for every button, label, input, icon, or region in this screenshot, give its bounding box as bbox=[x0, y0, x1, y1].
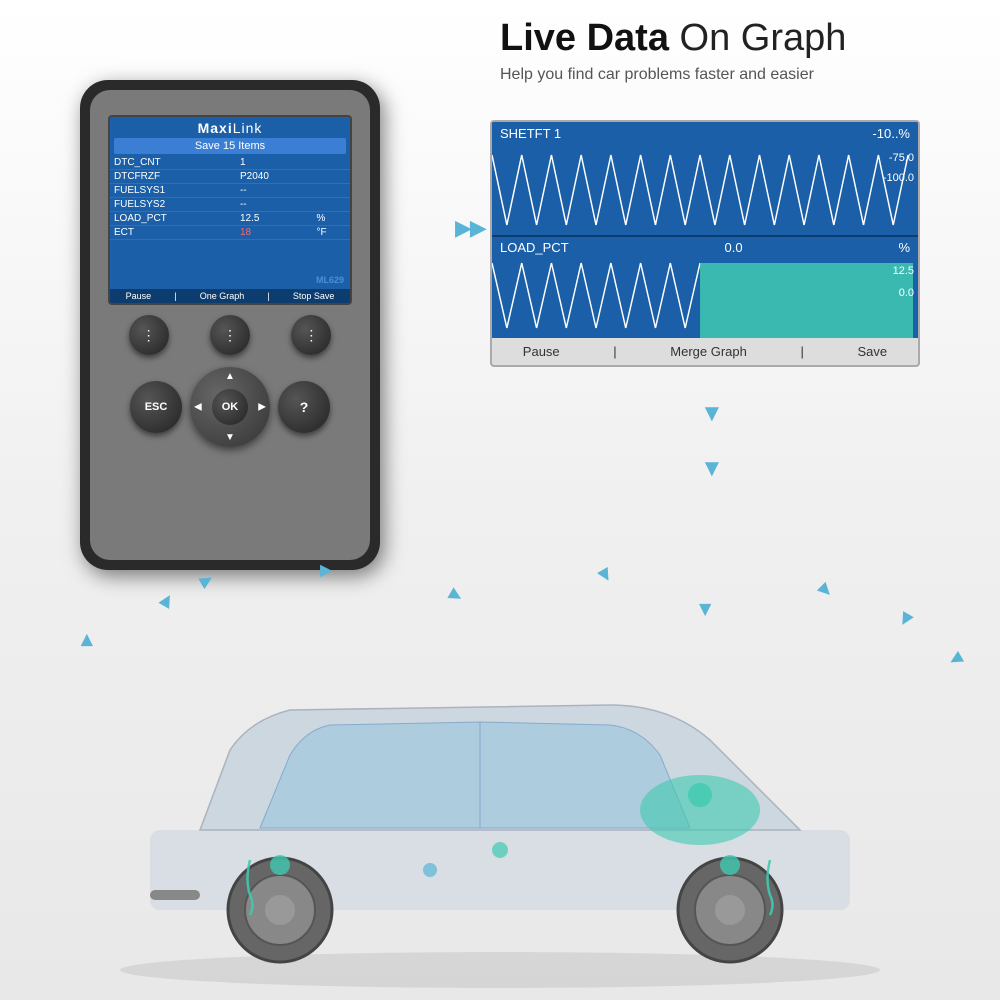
diag-arrow-4: ▶ bbox=[446, 583, 467, 606]
graph-footer-pause[interactable]: Pause bbox=[523, 344, 560, 359]
table-cell-label: FUELSYS1 bbox=[110, 184, 236, 198]
dots-icon-1: ⋮ bbox=[142, 327, 156, 344]
car-diagram-container bbox=[50, 610, 950, 990]
dpad-up-arrow[interactable]: ▲ bbox=[225, 371, 235, 382]
car-svg bbox=[50, 610, 950, 990]
graph-footer-divider2: | bbox=[800, 344, 803, 359]
footer-pause[interactable]: Pause bbox=[126, 291, 152, 301]
dots-icon-3: ⋮ bbox=[304, 327, 318, 344]
table-cell-unit bbox=[312, 198, 350, 212]
graph-wave-svg-top bbox=[492, 145, 918, 235]
car-section: ▶ ▶ ▶ ▶ ▶ ▶ ▶ ▶ ▶ ▶ bbox=[0, 550, 1000, 1000]
scanner-inner: MaxiLink Save 15 Items DTC_CNT 1 DTCFRZF… bbox=[90, 90, 370, 560]
screen-footer: Pause | One Graph | Stop Save bbox=[110, 289, 350, 303]
table-cell-label: FUELSYS2 bbox=[110, 198, 236, 212]
table-cell-value: 12.5 bbox=[236, 212, 313, 226]
graph-right-labels-top: -75.0 -100.0 bbox=[883, 149, 914, 189]
question-button[interactable]: ? bbox=[278, 381, 330, 433]
button-dots-3[interactable]: ⋮ bbox=[291, 315, 331, 355]
table-cell-value: -- bbox=[236, 198, 313, 212]
button-dots-2[interactable]: ⋮ bbox=[210, 315, 250, 355]
table-cell-label: DTCFRZF bbox=[110, 170, 236, 184]
table-row: DTCFRZF P2040 bbox=[110, 170, 350, 184]
footer-divider: | bbox=[174, 291, 176, 301]
graph-right-labels-bottom: 12.5 0.0 bbox=[893, 260, 914, 304]
header-section: Live Data On Graph Help you find car pro… bbox=[500, 18, 980, 84]
table-cell-unit bbox=[312, 184, 350, 198]
table-row: ECT 18 °F bbox=[110, 226, 350, 240]
diag-arrow-5: ▶ bbox=[594, 565, 617, 586]
arrow-down-1-icon: ▼ bbox=[700, 400, 724, 428]
ok-label: OK bbox=[222, 401, 239, 413]
graph-wave-area-top: -75.0 -100.0 bbox=[492, 145, 918, 235]
graph-footer: Pause | Merge Graph | Save bbox=[492, 338, 918, 365]
scanner-brand: MaxiLink bbox=[110, 117, 350, 138]
table-cell-value: -- bbox=[236, 184, 313, 198]
arrow-right-icon: ▶ ▶ bbox=[455, 215, 483, 241]
table-row: LOAD_PCT 12.5 % bbox=[110, 212, 350, 226]
diag-arrow-3: ▶ bbox=[320, 560, 332, 580]
header-title: Live Data On Graph bbox=[500, 18, 980, 60]
table-cell-label: DTC_CNT bbox=[110, 156, 236, 170]
device-wrapper: MaxiLink Save 15 Items DTC_CNT 1 DTCFRZF… bbox=[30, 50, 450, 610]
diag-arrow-2: ▶ bbox=[154, 590, 177, 611]
button-row-dpad: ESC ▲ ▼ ◀ ▶ OK ? bbox=[108, 367, 352, 447]
table-cell-value-ect: 18 bbox=[236, 226, 313, 240]
buttons-area: ⋮ ⋮ ⋮ ESC ▲ ▼ bbox=[108, 315, 352, 447]
graph-bottom-header: LOAD_PCT 0.0 % bbox=[492, 237, 918, 258]
table-cell-unit: % bbox=[312, 212, 350, 226]
graph-footer-save[interactable]: Save bbox=[857, 344, 887, 359]
header-subtitle: Help you find car problems faster and ea… bbox=[500, 66, 980, 84]
table-row: DTC_CNT 1 bbox=[110, 156, 350, 170]
graph-bottom-label-unit: % bbox=[898, 240, 910, 255]
table-cell-value: P2040 bbox=[236, 170, 313, 184]
table-cell-unit bbox=[312, 156, 350, 170]
esc-label: ESC bbox=[145, 401, 168, 413]
diag-arrow-7: ▶ bbox=[815, 579, 838, 602]
graph-label-75: -75.0 bbox=[883, 149, 914, 169]
graph-footer-divider1: | bbox=[613, 344, 616, 359]
graph-label-100: -100.0 bbox=[883, 169, 914, 189]
graph-footer-merge[interactable]: Merge Graph bbox=[670, 344, 747, 359]
dots-icon-2: ⋮ bbox=[223, 327, 237, 344]
footer-one-graph[interactable]: One Graph bbox=[200, 291, 245, 301]
graph-label-12: 12.5 bbox=[893, 260, 914, 282]
graph-top-bar: SHETFT 1 -10..% bbox=[492, 122, 918, 145]
footer-stop-save[interactable]: Stop Save bbox=[293, 291, 335, 301]
table-row: FUELSYS2 -- bbox=[110, 198, 350, 212]
save-bar: Save 15 Items bbox=[114, 138, 346, 154]
esc-button[interactable]: ESC bbox=[130, 381, 182, 433]
arrow-down-2-icon: ▼ bbox=[700, 455, 724, 483]
model-label: ML629 bbox=[316, 275, 344, 285]
table-cell-label: ECT bbox=[110, 226, 236, 240]
header-title-bold: Live Data bbox=[500, 17, 669, 59]
graph-top-label-right: -10..% bbox=[872, 126, 910, 141]
graph-wave-svg-bottom bbox=[492, 258, 918, 338]
table-cell-unit bbox=[312, 170, 350, 184]
dpad-left-arrow[interactable]: ◀ bbox=[194, 402, 202, 413]
dpad-down-arrow[interactable]: ▼ bbox=[225, 432, 235, 443]
diag-arrow-1: ▶ bbox=[196, 568, 217, 591]
table-cell-value: 1 bbox=[236, 156, 313, 170]
button-dots-1[interactable]: ⋮ bbox=[129, 315, 169, 355]
graph-top-label-left: SHETFT 1 bbox=[500, 126, 561, 141]
graph-bottom-label-mid: 0.0 bbox=[725, 240, 743, 255]
header-title-normal: On Graph bbox=[669, 17, 846, 59]
button-row-top: ⋮ ⋮ ⋮ bbox=[108, 315, 352, 355]
graph-bottom-label-left: LOAD_PCT bbox=[500, 240, 569, 255]
dpad-right-arrow[interactable]: ▶ bbox=[258, 402, 266, 413]
footer-divider2: | bbox=[267, 291, 269, 301]
ok-button[interactable]: OK bbox=[212, 389, 248, 425]
scanner-screen: MaxiLink Save 15 Items DTC_CNT 1 DTCFRZF… bbox=[108, 115, 352, 305]
table-row: FUELSYS1 -- bbox=[110, 184, 350, 198]
graph-label-0: 0.0 bbox=[893, 282, 914, 304]
scanner-body: MaxiLink Save 15 Items DTC_CNT 1 DTCFRZF… bbox=[80, 80, 380, 570]
table-cell-label: LOAD_PCT bbox=[110, 212, 236, 226]
table-cell-unit: °F bbox=[312, 226, 350, 240]
graph-panel: SHETFT 1 -10..% -75.0 -100.0 LOAD_PCT 0.… bbox=[490, 120, 920, 367]
data-table: DTC_CNT 1 DTCFRZF P2040 FUELSYS1 -- bbox=[110, 156, 350, 240]
dpad[interactable]: ▲ ▼ ◀ ▶ OK bbox=[190, 367, 270, 447]
question-label: ? bbox=[300, 399, 309, 415]
graph-wave-area-bottom: 12.5 0.0 bbox=[492, 258, 918, 338]
